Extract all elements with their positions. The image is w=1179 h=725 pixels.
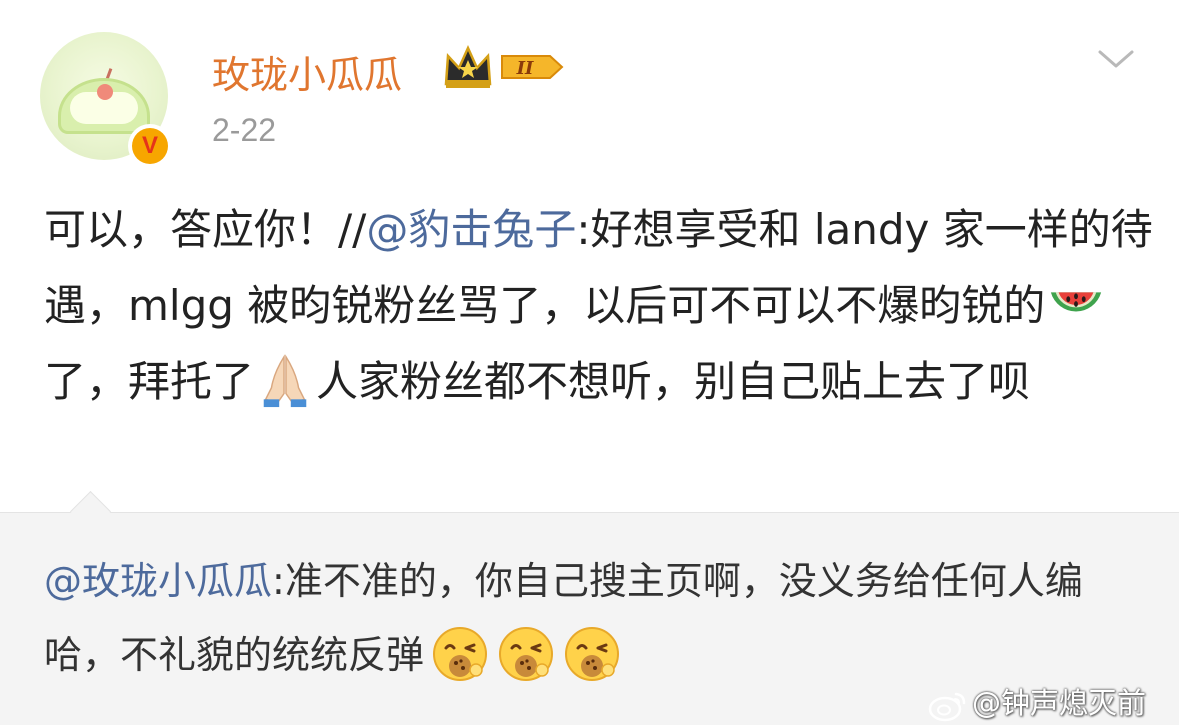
post-text-4: 人家粉丝都不想听，别自己贴上去了呗	[316, 357, 1031, 406]
avatar-cherry	[97, 84, 113, 100]
post-content: 可以，答应你！//@豹击兔子:好想享受和 landy 家一样的待遇，mlgg 被…	[44, 192, 1154, 420]
post-date: 2-22	[212, 112, 277, 148]
cookie-face-icon	[565, 626, 620, 681]
weibo-logo-icon	[928, 692, 966, 722]
watermark: @钟声熄灭前	[928, 680, 1146, 722]
chevron-down-icon[interactable]	[1096, 44, 1136, 74]
mention-link[interactable]: @豹击兔子	[366, 205, 576, 254]
post-text-3: 了，拜托了	[44, 357, 255, 406]
watermark-text: @钟声熄灭前	[972, 686, 1147, 720]
crown-level-icon[interactable]: II	[442, 42, 566, 92]
author-name[interactable]: 玫珑小瓜瓜	[212, 44, 402, 99]
level-badge-text: II	[516, 58, 534, 79]
cookie-face-icon	[499, 626, 554, 681]
praying-hands-icon	[263, 353, 307, 407]
repost-mention-link[interactable]: @玫珑小瓜瓜	[44, 559, 272, 603]
post-text-1: 可以，答应你！//	[44, 205, 367, 254]
cookie-face-icon	[433, 626, 488, 681]
repost-content: @玫珑小瓜瓜:准不准的，你自己搜主页啊，没义务给任何人编哈，不礼貌的统统反弹	[44, 544, 1154, 692]
verified-v-icon: V	[132, 128, 168, 164]
verified-badge: V	[128, 124, 172, 168]
watermelon-icon	[1051, 291, 1102, 311]
